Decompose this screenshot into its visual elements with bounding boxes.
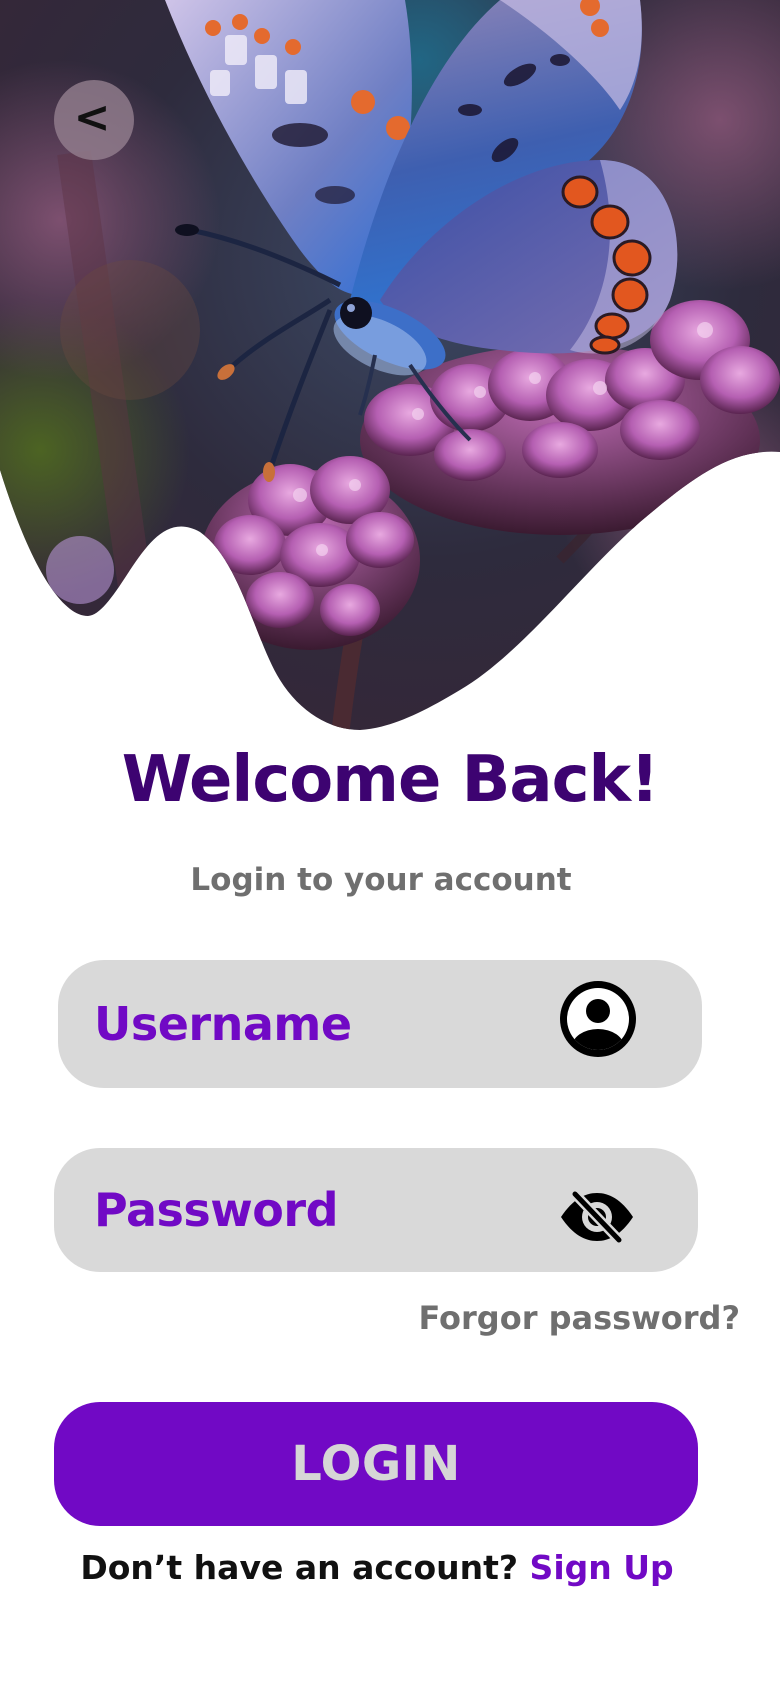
- page-subtitle: Login to your account: [190, 862, 572, 898]
- username-field[interactable]: Username: [58, 960, 702, 1088]
- password-placeholder: Password: [94, 1183, 339, 1237]
- hero-image: <: [0, 0, 780, 740]
- login-button-label: LOGIN: [291, 1436, 461, 1492]
- back-button[interactable]: <: [54, 80, 134, 160]
- login-button[interactable]: LOGIN: [54, 1402, 698, 1526]
- user-circle-icon: [560, 981, 636, 1057]
- password-field[interactable]: Password: [54, 1148, 698, 1272]
- signup-prompt: Don’t have an account?: [80, 1548, 519, 1587]
- signup-prompt-line: Don’t have an account? Sign Up: [0, 1546, 754, 1590]
- username-placeholder: Username: [94, 997, 352, 1051]
- signup-link[interactable]: Sign Up: [530, 1548, 674, 1587]
- back-icon: <: [73, 92, 111, 143]
- eye-slash-icon[interactable]: [558, 1190, 636, 1244]
- forgot-password-link[interactable]: Forgor password?: [418, 1296, 740, 1340]
- page-title: Welcome Back!: [121, 743, 660, 817]
